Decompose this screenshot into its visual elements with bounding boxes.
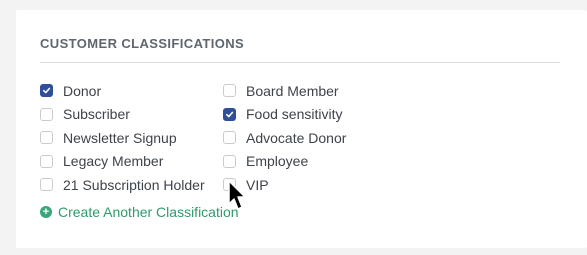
checkbox[interactable] <box>40 84 53 98</box>
checkbox-label: Donor <box>63 82 102 99</box>
checkbox-label: 21 Subscription Holder <box>63 176 205 193</box>
checkbox-label: Employee <box>246 153 309 170</box>
checkbox-item[interactable]: Legacy Member <box>40 150 205 174</box>
create-classification-link[interactable]: + Create Another Classification <box>40 204 239 220</box>
checkbox[interactable] <box>40 154 53 168</box>
classifications-card: CUSTOMER CLASSIFICATIONS Donor Subscribe… <box>16 10 587 248</box>
mouse-pointer-icon <box>228 180 246 210</box>
right-column: Board Member Food sensitivity Advocate D… <box>223 79 346 197</box>
checkbox-item[interactable]: Newsletter Signup <box>40 126 205 150</box>
checkbox-label: Legacy Member <box>63 153 164 170</box>
checkbox-item[interactable]: 21 Subscription Holder <box>40 173 205 197</box>
checkbox-item[interactable]: Board Member <box>223 79 346 103</box>
checkbox-label: Advocate Donor <box>246 129 347 146</box>
checkbox-label: Food sensitivity <box>246 106 343 123</box>
checkbox[interactable] <box>40 131 53 145</box>
checkbox[interactable] <box>223 107 236 121</box>
checkbox-label: Subscriber <box>63 106 130 123</box>
section-title: CUSTOMER CLASSIFICATIONS <box>40 36 245 51</box>
checkbox-item[interactable]: Food sensitivity <box>223 103 346 127</box>
checkmark-icon <box>42 87 51 94</box>
checkbox-item[interactable]: Advocate Donor <box>223 126 346 150</box>
checkbox[interactable] <box>223 84 236 98</box>
checkbox-label: VIP <box>246 176 269 193</box>
divider <box>40 62 560 63</box>
checkbox-item[interactable]: Subscriber <box>40 103 205 127</box>
checkbox-item[interactable]: Donor <box>40 79 205 103</box>
checkbox[interactable] <box>40 107 53 121</box>
checkbox-label: Newsletter Signup <box>63 129 177 146</box>
left-column: Donor Subscriber Newsletter Signup Legac… <box>40 79 205 197</box>
checkbox[interactable] <box>40 178 53 192</box>
plus-circle-icon: + <box>40 206 52 218</box>
checkbox-label: Board Member <box>246 82 339 99</box>
checkbox-item[interactable]: Employee <box>223 150 346 174</box>
create-classification-label: Create Another Classification <box>58 204 239 220</box>
checkmark-icon <box>225 111 234 118</box>
checkbox[interactable] <box>223 154 236 168</box>
checkbox[interactable] <box>223 131 236 145</box>
